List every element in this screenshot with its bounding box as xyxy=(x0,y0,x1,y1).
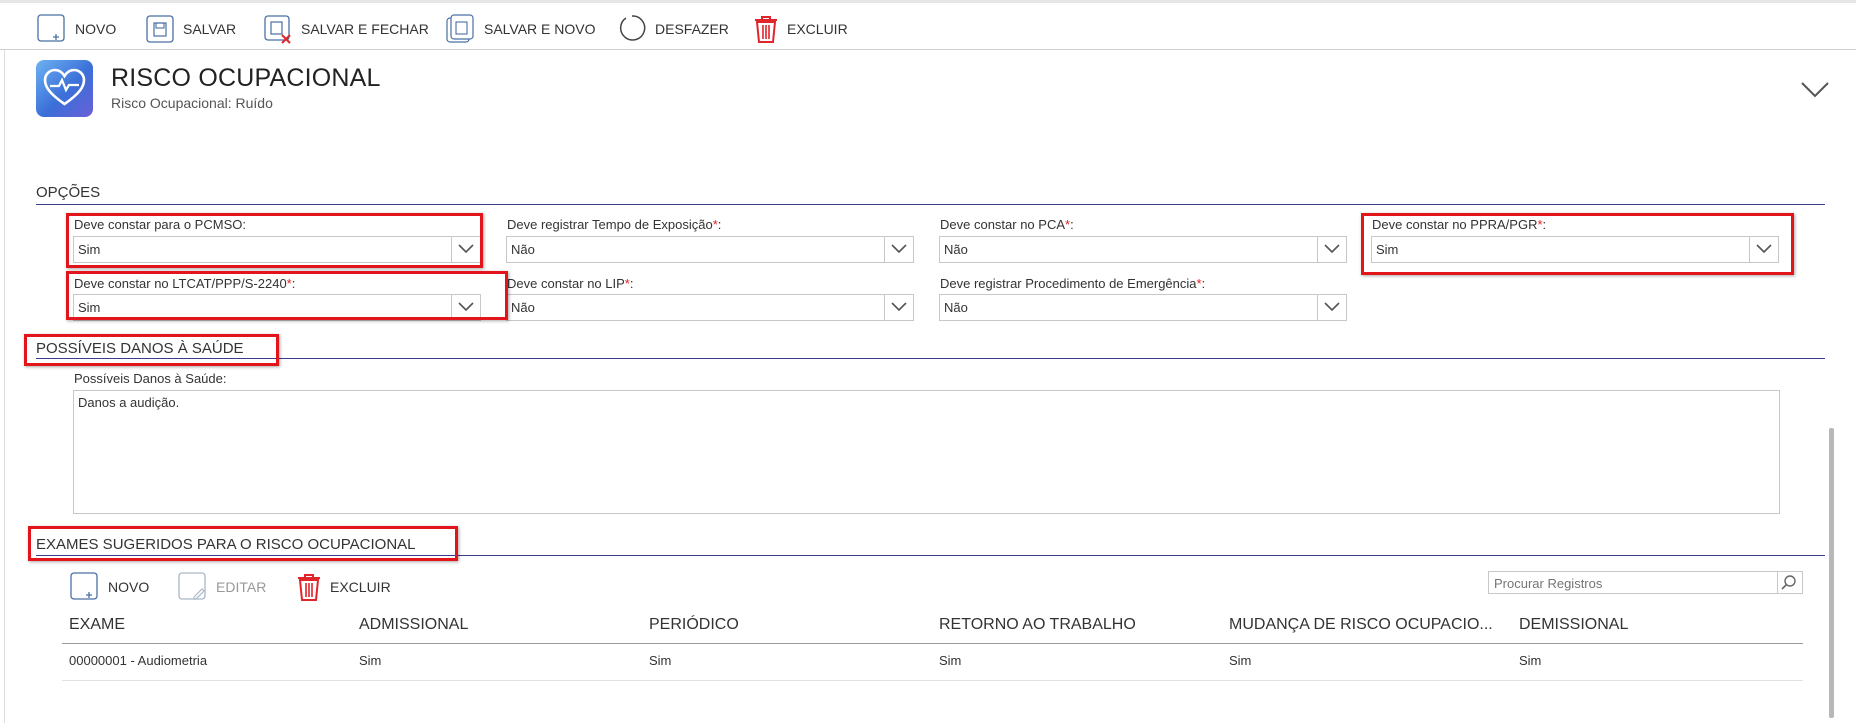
table-cell: Sim xyxy=(939,653,962,668)
select-procedimento-emergencia[interactable]: Não xyxy=(939,294,1347,321)
highlight-box xyxy=(1361,213,1794,275)
field-label-pca: Deve constar no PCA*: xyxy=(940,217,1074,232)
select-value: Não xyxy=(944,300,968,315)
new-document-icon xyxy=(37,14,65,42)
chevron-down-icon xyxy=(884,295,913,320)
column-header-exame[interactable]: EXAME xyxy=(69,616,125,634)
column-header-admissional[interactable]: ADMISSIONAL xyxy=(359,616,468,634)
save-button-label: SALVAR xyxy=(183,21,237,37)
highlight-box xyxy=(66,213,483,268)
table-cell: 00000001 - Audiometria xyxy=(69,653,208,668)
grid-new-label: NOVO xyxy=(108,579,150,595)
grid-delete-label: EXCLUIR xyxy=(330,579,391,595)
table-cell: Sim xyxy=(1519,653,1542,668)
chevron-down-icon xyxy=(884,237,913,262)
delete-button-label: EXCLUIR xyxy=(787,21,848,37)
column-header-demissional[interactable]: DEMISSIONAL xyxy=(1519,616,1628,634)
undo-icon xyxy=(619,15,646,41)
field-label-procedimento-emergencia: Deve registrar Procedimento de Emergênci… xyxy=(940,276,1206,291)
chevron-down-icon xyxy=(1317,295,1346,320)
row-divider xyxy=(62,680,1803,681)
danos-value: Danos a audição. xyxy=(78,395,180,410)
column-header-retorno[interactable]: RETORNO AO TRABALHO xyxy=(939,616,1136,634)
table-cell: Sim xyxy=(359,653,382,668)
danos-label: Possíveis Danos à Saúde: xyxy=(74,371,227,386)
trash-icon xyxy=(298,574,320,601)
heart-pulse-icon xyxy=(43,68,86,106)
undo-button[interactable]: DESFAZER xyxy=(617,13,729,45)
delete-button[interactable]: EXCLUIR xyxy=(753,13,848,45)
section-title-opcoes: OPÇÕES xyxy=(36,184,101,201)
section-rule xyxy=(36,204,1825,205)
save-and-new-label: SALVAR E NOVO xyxy=(484,21,596,37)
select-pca[interactable]: Não xyxy=(939,236,1347,263)
danos-textarea[interactable]: Danos a audição. xyxy=(73,390,1780,514)
search-icon[interactable] xyxy=(1777,572,1802,593)
field-label-tempo-exposicao: Deve registrar Tempo de Exposição*: xyxy=(507,217,722,232)
grid-edit-label: EDITAR xyxy=(216,579,267,595)
save-and-close-label: SALVAR E FECHAR xyxy=(301,21,429,37)
select-lip[interactable]: Não xyxy=(506,294,914,321)
search-box[interactable] xyxy=(1488,571,1803,595)
save-close-icon xyxy=(264,15,291,44)
field-label-lip: Deve constar no LIP*: xyxy=(507,276,634,291)
edit-icon xyxy=(178,572,206,600)
highlight-box xyxy=(24,334,279,366)
table-cell: Sim xyxy=(649,653,672,668)
highlight-box xyxy=(28,526,458,561)
grid-edit-button[interactable]: EDITAR xyxy=(178,572,266,602)
column-header-mudanca-risco[interactable]: MUDANÇA DE RISCO OCUPACIO... xyxy=(1229,616,1493,634)
save-and-close-button[interactable]: SALVAR E FECHAR xyxy=(263,13,429,45)
page-title: RISCO OCUPACIONAL xyxy=(111,64,381,92)
save-new-icon xyxy=(446,14,474,43)
left-border xyxy=(4,50,5,723)
save-and-new-button[interactable]: SALVAR E NOVO xyxy=(446,13,596,45)
new-button[interactable]: NOVO xyxy=(37,13,116,45)
search-input[interactable] xyxy=(1489,572,1781,595)
undo-button-label: DESFAZER xyxy=(655,21,729,37)
select-value: Não xyxy=(511,242,535,257)
select-value: Não xyxy=(944,242,968,257)
grid-delete-button[interactable]: EXCLUIR xyxy=(296,572,391,602)
new-document-icon xyxy=(70,572,98,600)
grid-new-button[interactable]: NOVO xyxy=(70,572,149,602)
chevron-down-icon[interactable] xyxy=(1800,80,1830,100)
save-button[interactable]: SALVAR xyxy=(145,13,236,45)
select-value: Não xyxy=(511,300,535,315)
chevron-down-icon xyxy=(1317,237,1346,262)
scrollbar[interactable] xyxy=(1829,428,1834,718)
page-subtitle: Risco Ocupacional: Ruído xyxy=(111,95,273,111)
trash-icon xyxy=(755,16,777,43)
select-tempo-exposicao[interactable]: Não xyxy=(506,236,914,263)
table-row[interactable] xyxy=(62,644,1803,680)
table-cell: Sim xyxy=(1229,653,1252,668)
toolbar: NOVO SALVAR SALVAR E FECHAR SALVAR E NOV… xyxy=(0,0,1856,50)
new-button-label: NOVO xyxy=(75,21,117,37)
section-rule xyxy=(36,358,1825,359)
risk-app-icon xyxy=(36,60,93,117)
highlight-box xyxy=(66,271,508,320)
column-header-periodico[interactable]: PERIÓDICO xyxy=(649,616,739,634)
save-icon xyxy=(146,15,174,43)
